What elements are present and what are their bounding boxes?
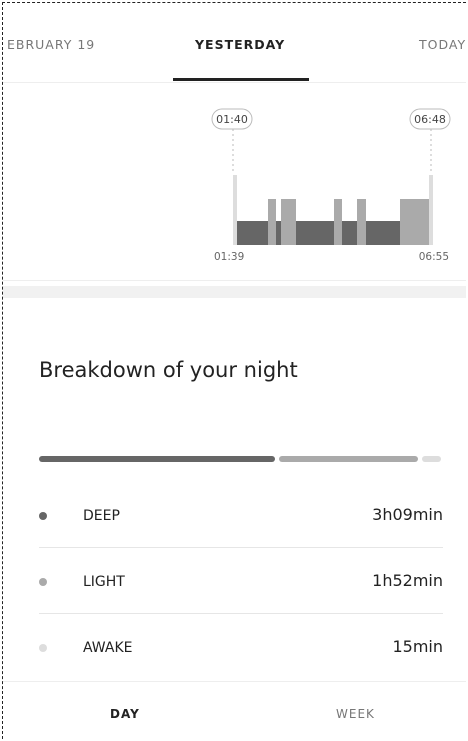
divider [39, 547, 443, 548]
deep-segment [276, 221, 281, 245]
light-label: LIGHT [83, 574, 125, 590]
divider [39, 613, 443, 614]
axis-end-label: 06:55 [419, 251, 449, 263]
list-item-awake: AWAKE 15min [39, 616, 443, 680]
awake-segment [429, 175, 433, 245]
deep-label: DEEP [83, 508, 120, 524]
deep-segment [366, 221, 400, 245]
deep-segment [342, 221, 357, 245]
date-tabs: EBRUARY 19 YESTERDAY TODAY [3, 3, 466, 83]
deep-value: 3h09min [372, 505, 443, 524]
awake-dot-icon [39, 644, 47, 652]
light-segment [281, 199, 296, 245]
awake-label: AWAKE [83, 640, 133, 656]
breakdown-title: Breakdown of your night [39, 358, 298, 382]
nav-week[interactable]: WEEK [336, 707, 375, 721]
bottom-nav: DAY WEEK [3, 681, 466, 739]
awake-proportion-bar [422, 456, 441, 462]
sleep-chart: 01:40 06:48 01:39 06:55 [3, 83, 466, 283]
nav-day[interactable]: DAY [110, 707, 140, 721]
tab-previous-day[interactable]: EBRUARY 19 [7, 37, 95, 52]
section-separator [3, 286, 466, 298]
screen: EBRUARY 19 YESTERDAY TODAY 01:40 06:48 0… [2, 2, 466, 739]
deep-proportion-bar [39, 456, 275, 462]
deep-segment [237, 221, 241, 245]
deep-dot-icon [39, 512, 47, 520]
list-item-light: LIGHT 1h52min [39, 550, 443, 614]
light-segment [400, 199, 429, 245]
light-segment [268, 199, 276, 245]
start-time-bubble-text: 01:40 [216, 113, 248, 126]
light-segment [357, 199, 366, 245]
deep-segment [241, 221, 268, 245]
awake-segment [233, 175, 237, 245]
chart-divider [3, 280, 466, 281]
tab-today[interactable]: TODAY [419, 37, 466, 52]
awake-value: 15min [392, 637, 443, 656]
active-tab-indicator [173, 78, 309, 81]
light-value: 1h52min [372, 571, 443, 590]
light-segment [334, 199, 342, 245]
list-item-deep: DEEP 3h09min [39, 484, 443, 548]
tab-yesterday[interactable]: YESTERDAY [195, 37, 285, 52]
sleep-chart-svg: 01:40 06:48 01:39 06:55 [211, 108, 451, 263]
deep-segment [296, 221, 334, 245]
end-time-bubble-text: 06:48 [414, 113, 446, 126]
light-dot-icon [39, 578, 47, 586]
light-proportion-bar [278, 456, 419, 462]
axis-start-label: 01:39 [214, 251, 244, 263]
